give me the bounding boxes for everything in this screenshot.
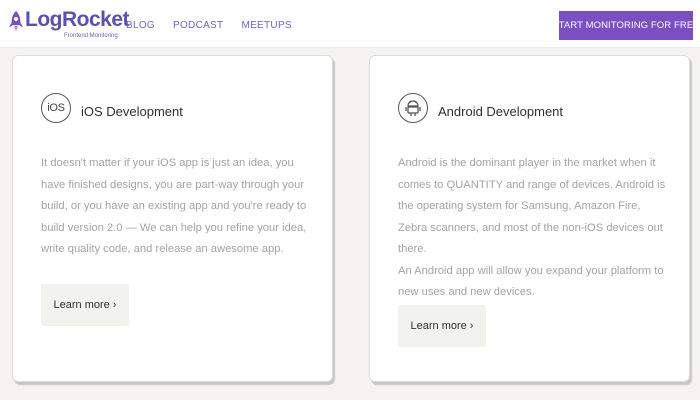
ios-development-card: iOS iOS Development It doesn't matter if… bbox=[12, 55, 333, 382]
logo-wordmark: LogRocket bbox=[25, 8, 130, 31]
logrocket-logo[interactable]: LogRocket Frontend Monitoring bbox=[8, 8, 130, 40]
learn-more-button[interactable]: Learn more › bbox=[41, 284, 129, 326]
nav-meetups[interactable]: MEETUPS bbox=[241, 20, 291, 32]
start-monitoring-button[interactable]: START MONITORING FOR FREE bbox=[552, 11, 700, 40]
logo-tagline: Frontend Monitoring bbox=[64, 33, 118, 39]
ios-icon: iOS bbox=[41, 93, 71, 123]
card-description: It doesn't matter if your iOS app is jus… bbox=[41, 153, 311, 261]
android-icon bbox=[398, 93, 428, 123]
nav-podcast[interactable]: PODCAST bbox=[173, 20, 223, 32]
android-robot-glyph bbox=[405, 100, 421, 116]
rocket-icon bbox=[9, 11, 23, 31]
android-development-card: Android Development Android is the domin… bbox=[369, 55, 690, 382]
card-paragraph: It doesn't matter if your iOS app is jus… bbox=[41, 157, 307, 255]
card-paragraph: Android is the dominant player in the ma… bbox=[398, 157, 666, 255]
card-description: Android is the dominant player in the ma… bbox=[398, 153, 668, 304]
card-title: iOS Development bbox=[81, 104, 183, 119]
nav-blog[interactable]: BLOG bbox=[126, 20, 155, 32]
learn-more-button[interactable]: Learn more › bbox=[398, 305, 486, 347]
site-header: LogRocket Frontend Monitoring BLOG PODCA… bbox=[0, 0, 700, 48]
ios-icon-label: iOS bbox=[47, 102, 65, 114]
card-title: Android Development bbox=[438, 104, 564, 119]
card-paragraph: An Android app will allow you expand you… bbox=[398, 264, 664, 299]
main-nav: BLOG PODCAST MEETUPS bbox=[126, 20, 310, 32]
